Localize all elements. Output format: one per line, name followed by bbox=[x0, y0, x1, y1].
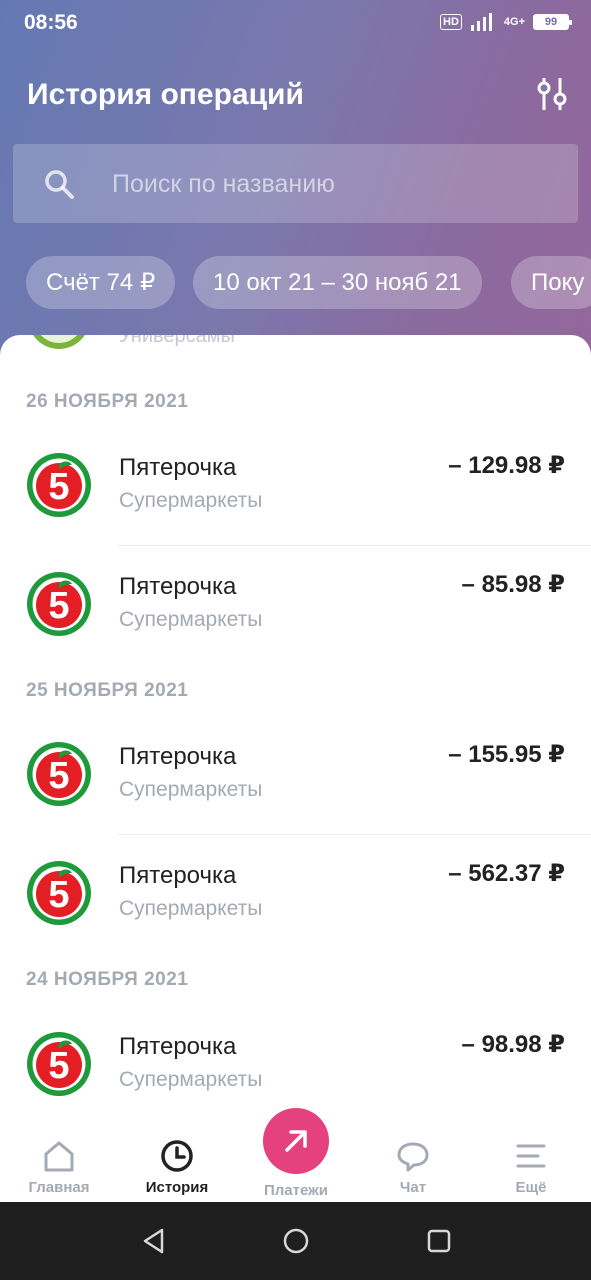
payments-button[interactable] bbox=[263, 1108, 329, 1174]
transaction-row[interactable]: 5 Пятерочка Супермаркеты – 155.95 ₽ bbox=[0, 716, 591, 835]
chat-bubble-icon bbox=[397, 1142, 429, 1172]
merchant-name: Пятерочка bbox=[119, 573, 237, 600]
status-bar: 08:56 HD 4G+ 99 bbox=[0, 0, 591, 48]
transaction-category: Супермаркеты bbox=[119, 608, 263, 631]
merchant-name: Пятерочка bbox=[119, 1033, 237, 1060]
search-icon bbox=[45, 170, 74, 199]
date-header: 25 НОЯБРЯ 2021 bbox=[26, 680, 189, 701]
transaction-amount: – 85.98 ₽ bbox=[461, 571, 565, 598]
clock-icon bbox=[161, 1140, 193, 1172]
transaction-category: Супермаркеты bbox=[119, 489, 263, 512]
search-box[interactable] bbox=[13, 144, 578, 223]
page-title: История операций bbox=[27, 78, 304, 111]
recents-icon[interactable] bbox=[424, 1226, 454, 1256]
pyaterochka-logo-icon: 5 bbox=[27, 572, 91, 636]
network-type: 4G+ bbox=[503, 15, 525, 28]
home-circle-icon[interactable] bbox=[281, 1226, 311, 1256]
system-navigation-bar bbox=[0, 1202, 591, 1280]
merchant-name: Пятерочка bbox=[119, 862, 237, 889]
nav-payments-label: Платежи bbox=[264, 1182, 328, 1199]
list-item[interactable]: Универсамы bbox=[0, 335, 591, 351]
menu-icon bbox=[516, 1144, 546, 1168]
nav-home-label: Главная bbox=[28, 1179, 90, 1196]
transaction-category: Супермаркеты bbox=[119, 1068, 263, 1091]
chip-period[interactable]: 10 окт 21 – 30 нояб 21 bbox=[193, 256, 482, 309]
status-icons: HD 4G+ 99 bbox=[440, 12, 572, 32]
pyaterochka-logo-icon: 5 bbox=[27, 453, 91, 517]
status-time: 08:56 bbox=[24, 11, 78, 34]
merchant-name: Пятерочка bbox=[119, 743, 237, 770]
filter-chips: Счёт 74 ₽ 10 окт 21 – 30 нояб 21 Поку bbox=[26, 256, 591, 309]
pyaterochka-logo-icon: 5 bbox=[27, 861, 91, 925]
search-input[interactable] bbox=[112, 164, 552, 204]
home-icon bbox=[44, 1141, 74, 1172]
pyaterochka-logo-icon: 5 bbox=[27, 1032, 91, 1096]
nav-more-label: Ещё bbox=[515, 1179, 547, 1196]
back-icon[interactable] bbox=[139, 1226, 169, 1256]
pyaterochka-logo-icon: 5 bbox=[27, 742, 91, 806]
svg-text:5: 5 bbox=[48, 466, 69, 508]
chip-account[interactable]: Счёт 74 ₽ bbox=[26, 256, 176, 309]
svg-text:5: 5 bbox=[48, 585, 69, 627]
nav-chat-label: Чат bbox=[399, 1179, 427, 1196]
chip-purchases[interactable]: Поку bbox=[511, 256, 591, 309]
transactions-list: Универсамы 26 НОЯБРЯ 2021 5 Пятерочка Су… bbox=[0, 335, 591, 1125]
hd-badge: HD bbox=[440, 14, 462, 30]
date-header: 26 НОЯБРЯ 2021 bbox=[26, 391, 189, 412]
sliders-icon bbox=[537, 78, 567, 110]
arrow-up-right-icon bbox=[285, 1130, 307, 1152]
transaction-category: Универсамы bbox=[119, 335, 235, 347]
nav-chat[interactable]: Чат bbox=[354, 1125, 472, 1202]
transaction-category: Супермаркеты bbox=[119, 778, 263, 801]
svg-text:5: 5 bbox=[48, 1045, 69, 1087]
signal-icon bbox=[470, 13, 492, 31]
svg-text:5: 5 bbox=[48, 874, 69, 916]
transaction-amount: – 562.37 ₽ bbox=[448, 860, 565, 887]
svg-text:5: 5 bbox=[48, 755, 69, 797]
transaction-amount: – 129.98 ₽ bbox=[448, 452, 565, 479]
transaction-amount: – 155.95 ₽ bbox=[448, 741, 565, 768]
transaction-category: Супермаркеты bbox=[119, 897, 263, 920]
nav-history-label: История bbox=[145, 1179, 209, 1196]
nav-more[interactable]: Ещё bbox=[472, 1125, 590, 1202]
transaction-row[interactable]: 5 Пятерочка Супермаркеты – 129.98 ₽ bbox=[0, 427, 591, 546]
nav-home[interactable]: Главная bbox=[0, 1125, 118, 1202]
transaction-row[interactable]: 5 Пятерочка Супермаркеты – 85.98 ₽ bbox=[0, 546, 591, 665]
filter-button[interactable] bbox=[532, 74, 572, 114]
transaction-amount: – 98.98 ₽ bbox=[461, 1031, 565, 1058]
nav-history[interactable]: История bbox=[118, 1125, 236, 1202]
battery-icon: 99 bbox=[533, 14, 572, 30]
date-header: 24 НОЯБРЯ 2021 bbox=[26, 969, 189, 990]
merchant-name: Пятерочка bbox=[119, 454, 237, 481]
transaction-row[interactable]: 5 Пятерочка Супермаркеты – 562.37 ₽ bbox=[0, 835, 591, 954]
store-logo-icon bbox=[28, 335, 90, 349]
